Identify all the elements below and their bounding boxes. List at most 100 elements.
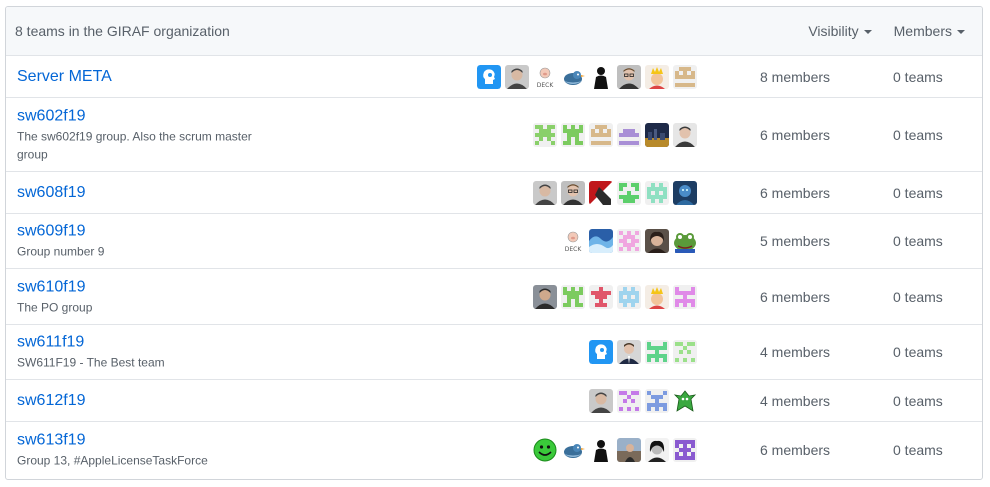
member-avatar[interactable] (673, 284, 697, 309)
team-child-teams-count[interactable]: 0 teams (893, 127, 943, 143)
member-avatar[interactable] (589, 388, 613, 413)
member-avatar[interactable] (617, 388, 641, 413)
team-members-count[interactable]: 5 members (760, 233, 830, 249)
member-avatar[interactable] (673, 180, 697, 205)
teams-panel: 8 teams in the GIRAF organization Visibi… (5, 6, 983, 480)
team-list: Server META DECK 8 members 0 teams sw602f19 T… (6, 56, 982, 478)
member-avatar[interactable] (673, 340, 697, 364)
member-avatar[interactable]: DECK (533, 64, 557, 89)
team-members-count[interactable]: 4 members (760, 344, 830, 360)
team-members-count[interactable]: 6 members (760, 289, 830, 305)
member-avatar[interactable] (477, 64, 501, 89)
team-info: sw608f19 (17, 183, 277, 203)
member-avatar[interactable] (589, 180, 613, 205)
team-members-count[interactable]: 8 members (760, 69, 830, 85)
member-avatar[interactable] (533, 122, 557, 147)
member-avatar[interactable] (561, 122, 585, 147)
member-avatar[interactable] (533, 180, 557, 205)
team-name-link[interactable]: Server META (17, 67, 277, 87)
team-name-link[interactable]: sw612f19 (17, 391, 277, 411)
member-avatar[interactable] (645, 388, 669, 413)
member-avatar[interactable] (673, 438, 697, 462)
team-child-teams-count[interactable]: 0 teams (893, 344, 943, 360)
team-description: Group number 9 (17, 244, 105, 259)
team-name-link[interactable]: sw611f19 (17, 333, 277, 353)
teams-header: 8 teams in the GIRAF organization Visibi… (6, 7, 982, 56)
member-avatar[interactable] (617, 180, 641, 205)
caret-down-icon (957, 30, 965, 34)
team-child-teams-count[interactable]: 0 teams (893, 185, 943, 201)
team-name-link[interactable]: sw613f19 (17, 431, 277, 451)
svg-text:DECK: DECK (537, 82, 555, 89)
member-avatar[interactable] (645, 340, 669, 364)
team-members-count[interactable]: 6 members (760, 185, 830, 201)
member-avatar[interactable] (589, 284, 613, 309)
team-members-count[interactable]: 4 members (760, 393, 830, 409)
member-avatar[interactable] (645, 180, 669, 205)
member-avatar[interactable] (617, 229, 641, 253)
team-name-link[interactable]: sw610f19 (17, 277, 277, 297)
team-name-link[interactable]: sw602f19 (17, 106, 277, 126)
team-child-teams-count[interactable]: 0 teams (893, 442, 943, 458)
team-description: The PO group (17, 300, 93, 314)
member-avatar[interactable] (617, 340, 641, 364)
member-avatar[interactable] (533, 284, 557, 309)
team-child-teams-count[interactable]: 0 teams (893, 393, 943, 409)
team-info: Server META (17, 67, 277, 87)
team-child-teams-count[interactable]: 0 teams (893, 69, 943, 85)
member-avatar[interactable]: DECK (561, 229, 585, 253)
member-avatar[interactable] (561, 64, 585, 89)
member-avatar[interactable] (645, 284, 669, 309)
team-description: Group 13, #AppleLicenseTaskForce (17, 453, 208, 468)
team-description: SW611F19 - The Best team (17, 355, 165, 370)
team-info: sw611f19 SW611F19 - The Best team (17, 333, 277, 372)
members-label: Members (893, 23, 952, 39)
member-avatar[interactable] (617, 284, 641, 309)
team-child-teams-count[interactable]: 0 teams (893, 233, 943, 249)
member-avatar[interactable] (673, 122, 697, 147)
team-row: sw608f19 6 members 0 teams (6, 172, 982, 214)
member-avatar[interactable] (645, 64, 669, 89)
member-avatar[interactable] (561, 284, 585, 309)
team-info: sw612f19 (17, 391, 277, 411)
member-avatar[interactable] (589, 122, 613, 147)
team-members-count[interactable]: 6 members (760, 127, 830, 143)
member-avatar[interactable] (505, 64, 529, 89)
member-avatar[interactable] (589, 438, 613, 462)
team-member-avatars (585, 340, 697, 364)
member-avatar[interactable] (589, 229, 613, 253)
member-avatar[interactable] (617, 122, 641, 147)
member-avatar[interactable] (533, 438, 557, 462)
team-row: sw612f19 4 members 0 teams (6, 380, 982, 422)
member-avatar[interactable] (645, 122, 669, 147)
member-avatar[interactable] (561, 180, 585, 205)
member-avatar[interactable] (673, 388, 697, 413)
team-row: sw610f19 The PO group 6 members 0 teams (6, 269, 982, 325)
member-avatar[interactable] (645, 229, 669, 253)
member-avatar[interactable] (561, 438, 585, 462)
team-member-avatars (529, 284, 697, 309)
team-row: sw613f19 Group 13, #AppleLicenseTaskForce… (6, 422, 982, 478)
team-row: sw602f19 The sw602f19 group. Also the scr… (6, 98, 982, 172)
team-row: Server META DECK 8 members 0 teams (6, 56, 982, 98)
team-child-teams-count[interactable]: 0 teams (893, 289, 943, 305)
teams-count-title: 8 teams in the GIRAF organization (15, 23, 230, 39)
team-name-link[interactable]: sw608f19 (17, 183, 277, 203)
team-name-link[interactable]: sw609f19 (17, 222, 277, 242)
team-description: The sw602f19 group. Also the scrum maste… (17, 129, 252, 161)
visibility-label: Visibility (808, 23, 859, 39)
member-avatar[interactable] (589, 340, 613, 364)
team-member-avatars (529, 438, 697, 462)
team-member-avatars: DECK (557, 229, 697, 253)
member-avatar[interactable] (589, 64, 613, 89)
member-avatar[interactable] (617, 64, 641, 89)
team-members-count[interactable]: 6 members (760, 442, 830, 458)
svg-text:DECK: DECK (565, 246, 583, 253)
members-filter-button[interactable]: Members (894, 23, 965, 39)
member-avatar[interactable] (673, 229, 697, 253)
member-avatar[interactable] (673, 64, 697, 89)
member-avatar[interactable] (645, 438, 669, 462)
visibility-filter-button[interactable]: Visibility (808, 23, 872, 39)
team-member-avatars (529, 122, 697, 147)
member-avatar[interactable] (617, 438, 641, 462)
